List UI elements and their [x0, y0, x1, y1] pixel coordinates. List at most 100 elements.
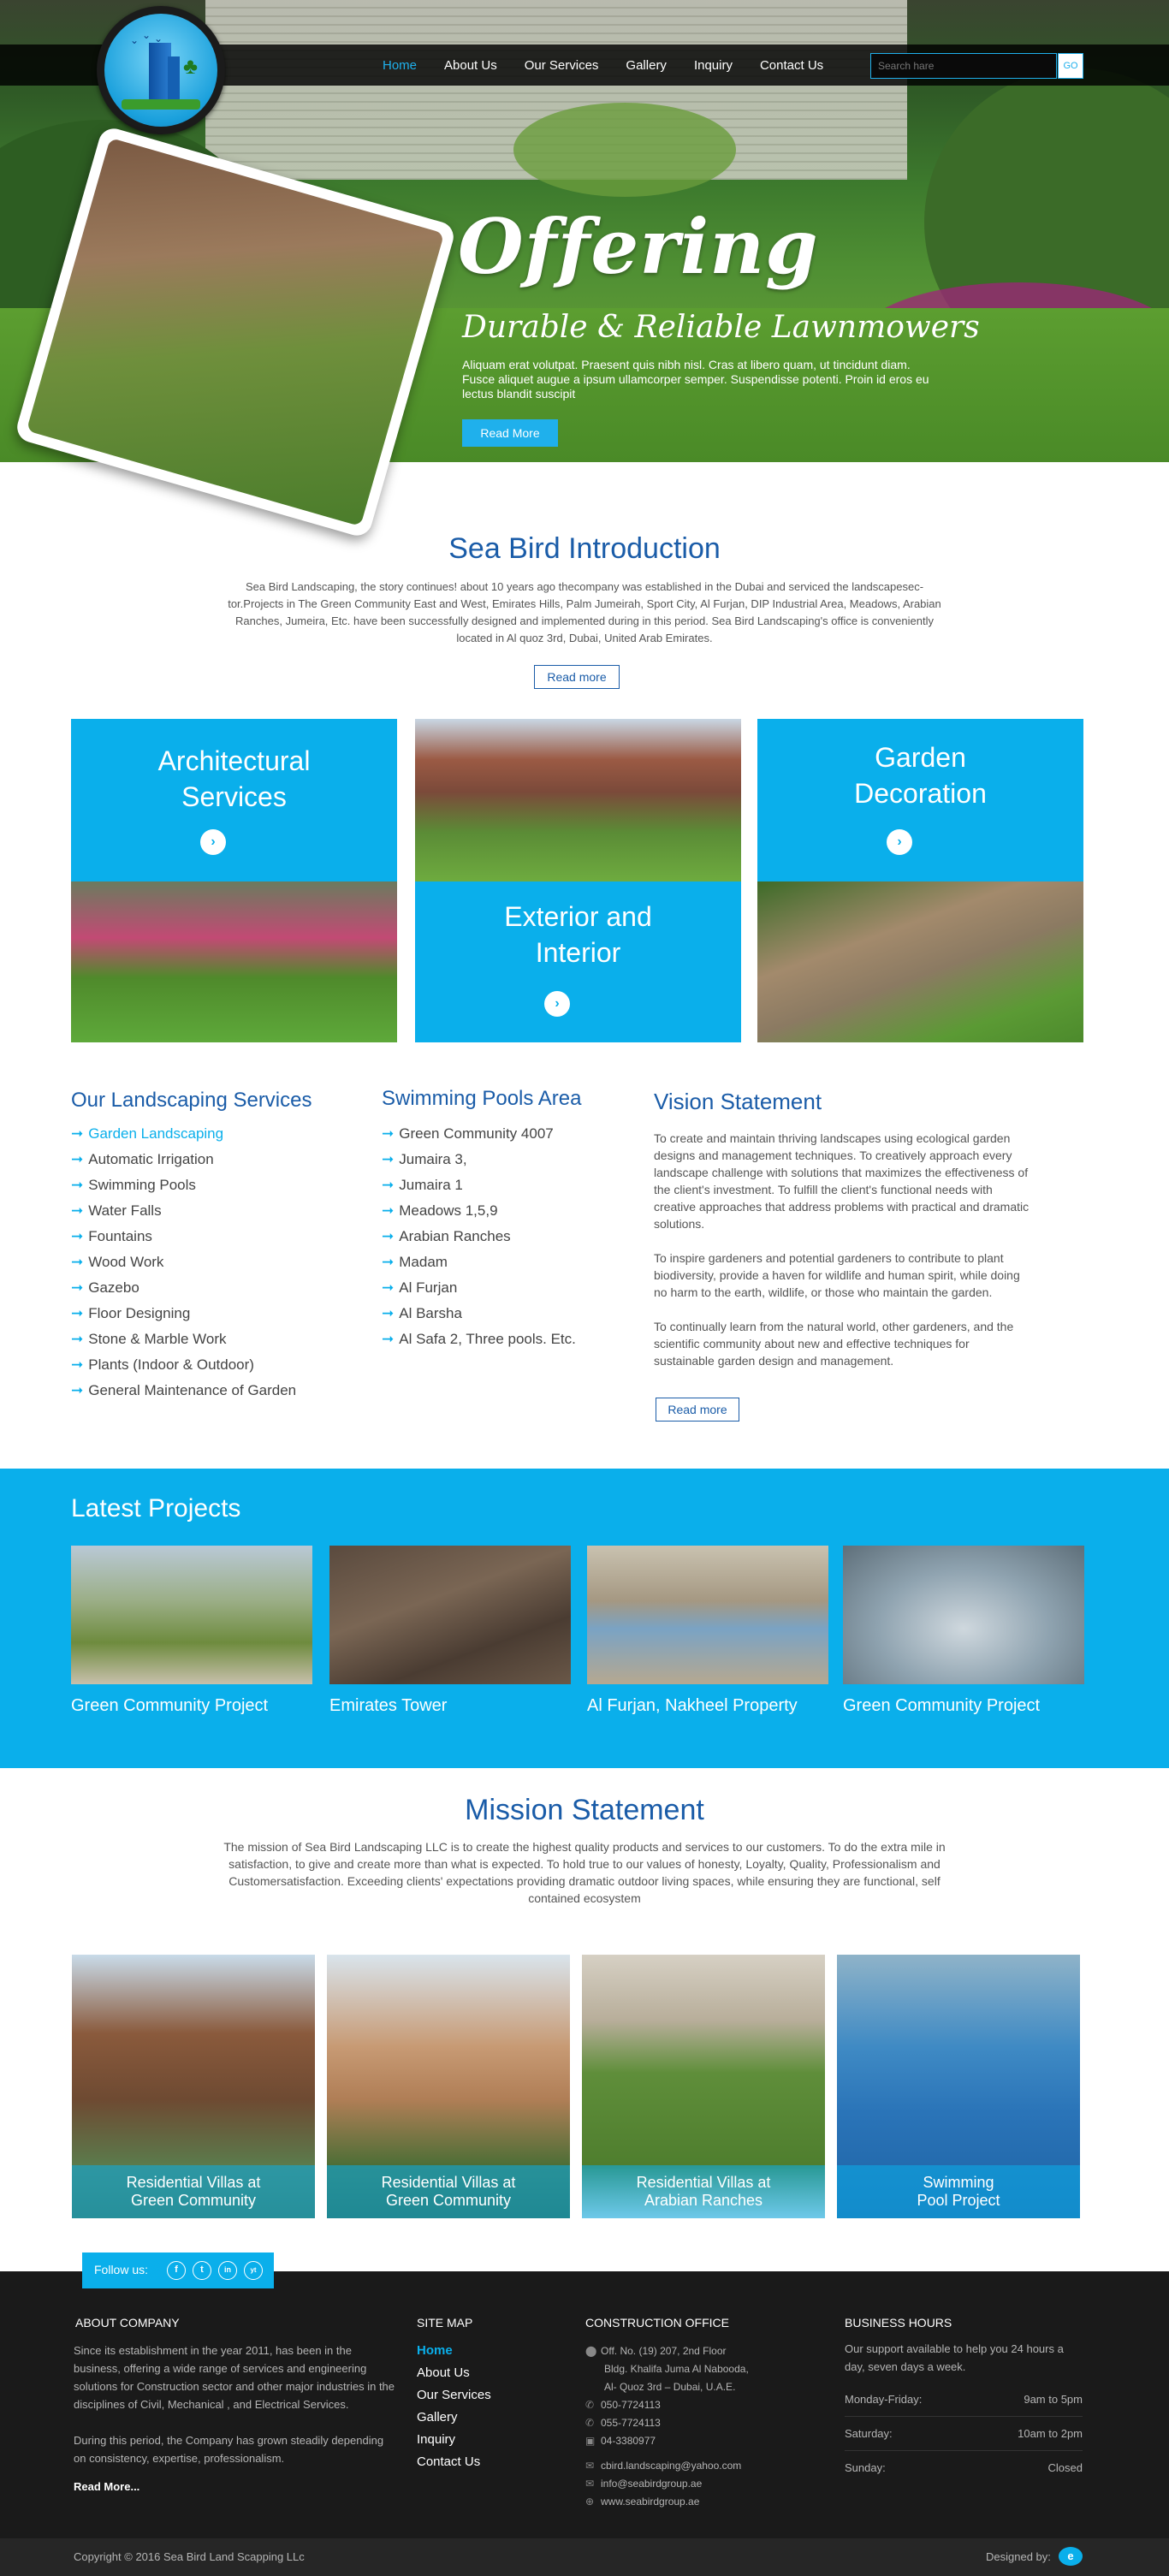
arrow-icon: ➞ [382, 1254, 395, 1270]
main-nav: Home About Us Our Services Gallery Inqui… [383, 45, 823, 86]
footer-read-more-link[interactable]: Read More... [74, 2480, 139, 2493]
palm-tree-icon: ♣ [183, 53, 199, 79]
arrow-icon: ➞ [382, 1125, 395, 1142]
phone: ✆ 050-7724113 [585, 2396, 661, 2413]
swimming-pools-list: ➞ Green Community 4007 ➞ Jumaira 3, ➞ Jumai… [382, 1121, 576, 1352]
youtube-icon[interactable]: yt [244, 2261, 263, 2280]
twitter-icon[interactable]: t [193, 2261, 211, 2280]
hero-text: Aliquam erat volutpat. Praesent quis nib… [462, 358, 929, 401]
list-item: ➞ Arabian Ranches [382, 1228, 511, 1244]
villa-card[interactable]: Residential Villas at Arabian Ranches [582, 1955, 825, 2218]
vision-title: Vision Statement [654, 1089, 822, 1114]
list-item[interactable]: ➞ Plants (Indoor & Outdoor) [71, 1352, 296, 1378]
sitemap-contact-us[interactable]: Contact Us [417, 2451, 491, 2473]
copyright: Copyright © 2016 Sea Bird Land Scapping … [74, 2550, 305, 2563]
landscaping-services-title: Our Landscaping Services [71, 1089, 312, 1112]
list-item[interactable]: ➞ Wood Work [71, 1249, 296, 1275]
hero-subtitle: Durable & Reliable Lawnmowers [462, 310, 980, 345]
sitemap-our-services[interactable]: Our Services [417, 2384, 491, 2407]
list-item[interactable]: ➞ Garden Landscaping [71, 1121, 296, 1147]
mission-text: The mission of Sea Bird Landscaping LLC … [223, 1840, 946, 1905]
company-logo[interactable]: ♣ ⌄ ⌄ ⌄ [97, 6, 225, 134]
arrow-icon: ➞ [382, 1151, 395, 1167]
arrow-right-icon[interactable]: › [887, 829, 912, 855]
arrow-icon: ➞ [382, 1279, 395, 1296]
nav-gallery[interactable]: Gallery [626, 58, 667, 73]
about-paragraph: Since its establishment in the year 2011… [74, 2344, 395, 2411]
arrow-icon: ➞ [382, 1305, 395, 1321]
shrub [513, 103, 736, 197]
nav-our-services[interactable]: Our Services [525, 58, 599, 73]
about-paragraph: During this period, the Company has grow… [74, 2434, 384, 2465]
project-image[interactable] [71, 1546, 312, 1684]
card-garden-decoration[interactable]: Garden Decoration › [757, 719, 1083, 881]
mail-icon: ✉ [585, 2460, 595, 2472]
garden-image [71, 881, 397, 1042]
hours-row: Sunday: Closed [845, 2461, 1083, 2474]
sitemap-about-us[interactable]: About Us [417, 2362, 491, 2384]
facebook-icon[interactable]: f [167, 2261, 186, 2280]
project-image[interactable] [843, 1546, 1084, 1684]
arrow-right-icon[interactable]: › [200, 829, 226, 855]
email[interactable]: ✉ cbird.landscaping@yahoo.com [585, 2457, 741, 2474]
linkedin-icon[interactable]: in [218, 2261, 237, 2280]
arrow-icon: ➞ [71, 1305, 84, 1321]
sitemap-home[interactable]: Home [417, 2340, 491, 2362]
nav-about-us[interactable]: About Us [444, 58, 497, 73]
bird-icon: ⌄ [130, 34, 139, 46]
project-caption[interactable]: Green Community Project [843, 1696, 1040, 1716]
vision-read-more-button[interactable]: Read more [656, 1398, 739, 1422]
list-item[interactable]: ➞ Fountains [71, 1224, 296, 1249]
list-item[interactable]: ➞ General Maintenance of Garden [71, 1378, 296, 1404]
location-icon: ⬤ [585, 2345, 597, 2357]
project-image[interactable] [329, 1546, 571, 1684]
villa-card[interactable]: Residential Villas at Green Community [327, 1955, 570, 2218]
swimming-pools-title: Swimming Pools Area [382, 1087, 582, 1110]
hero-title: Offering [458, 202, 819, 291]
nav-home[interactable]: Home [383, 58, 417, 73]
about-company-title: ABOUT COMPANY [75, 2316, 180, 2330]
arrow-icon: ➞ [71, 1228, 84, 1244]
list-item[interactable]: ➞ Gazebo [71, 1275, 296, 1301]
address: Bldg. Khalifa Juma Al Nabooda, [604, 2363, 749, 2375]
nav-contact-us[interactable]: Contact Us [760, 58, 823, 73]
card-title: Architectural Services [157, 745, 311, 812]
nav-inquiry[interactable]: Inquiry [694, 58, 733, 73]
sitemap-inquiry[interactable]: Inquiry [417, 2429, 491, 2451]
villa-card[interactable]: Residential Villas at Green Community [72, 1955, 315, 2218]
intro-read-more-button[interactable]: Read more [534, 665, 620, 689]
search-input[interactable] [870, 53, 1057, 79]
about-company-text: Since its establishment in the year 2011… [74, 2342, 399, 2485]
project-caption[interactable]: Green Community Project [71, 1696, 268, 1716]
sitemap-gallery[interactable]: Gallery [417, 2407, 491, 2429]
card-exterior-interior[interactable]: Exterior and Interior › [415, 881, 741, 1042]
arrow-icon: ➞ [71, 1279, 84, 1296]
list-item[interactable]: ➞ Floor Designing [71, 1301, 296, 1327]
villa-card[interactable]: Swimming Pool Project [837, 1955, 1080, 2218]
card-title: Exterior and Interior [504, 901, 652, 968]
website[interactable]: ⊕ www.seabirdgroup.ae [585, 2493, 699, 2510]
logo-badge: ♣ ⌄ ⌄ ⌄ [104, 14, 217, 127]
arrow-right-icon[interactable]: › [544, 991, 570, 1017]
list-item: ➞ Jumaira 1 [382, 1177, 463, 1193]
search-button[interactable]: GO [1058, 53, 1083, 79]
villa-caption: Swimming Pool Project [837, 2165, 1080, 2218]
list-item[interactable]: ➞ Automatic Irrigation [71, 1147, 296, 1172]
hero-read-more-button[interactable]: Read More [462, 419, 558, 447]
vision-paragraph: To inspire gardeners and potential garde… [654, 1251, 1020, 1299]
project-image[interactable] [587, 1546, 828, 1684]
project-caption[interactable]: Al Furjan, Nakheel Property [587, 1696, 798, 1716]
list-item[interactable]: ➞ Water Falls [71, 1198, 296, 1224]
arrow-icon: ➞ [71, 1125, 84, 1142]
list-item[interactable]: ➞ Swimming Pools [71, 1172, 296, 1198]
office-title: CONSTRUCTION OFFICE [585, 2316, 729, 2330]
designed-by-label: Designed by: [986, 2550, 1051, 2563]
card-architectural-services[interactable]: Architectural Services › [71, 719, 397, 881]
list-item[interactable]: ➞ Stone & Marble Work [71, 1327, 296, 1352]
villa-caption: Residential Villas at Green Community [72, 2165, 315, 2218]
email[interactable]: ✉ info@seabirdgroup.ae [585, 2475, 702, 2492]
project-caption[interactable]: Emirates Tower [329, 1696, 447, 1716]
vision-text: To create and maintain thriving landscap… [654, 1130, 1030, 1386]
designer-logo-icon[interactable]: e [1059, 2547, 1083, 2566]
bird-icon: ⌄ [142, 29, 151, 41]
